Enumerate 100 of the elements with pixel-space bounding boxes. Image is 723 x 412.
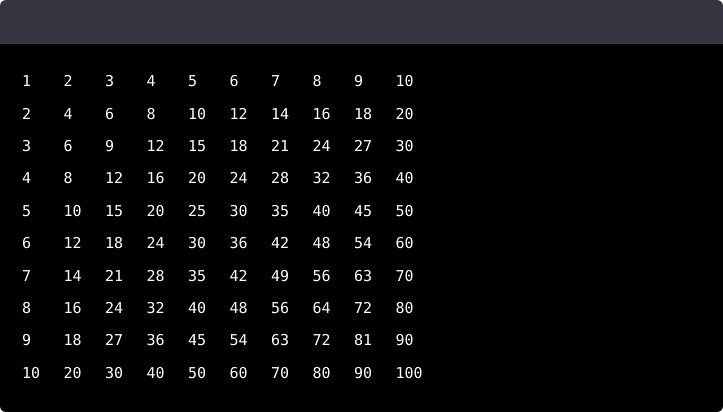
table-cell: 60: [396, 234, 414, 252]
table-cell: 32: [146, 298, 165, 317]
table-cell: 16: [64, 298, 82, 317]
table-cell: 42: [230, 266, 248, 285]
table-cell: 10: [22, 364, 40, 382]
table-cell: 35: [188, 266, 206, 285]
table-cell: 28: [271, 169, 290, 188]
table-cell: 36: [146, 331, 165, 350]
table-cell: 24: [230, 169, 248, 188]
table-cell: 81: [354, 331, 372, 350]
table-cell: 70: [271, 364, 290, 382]
table-cell: 9: [354, 72, 364, 90]
table-cell: 12: [230, 104, 248, 123]
table-cell: 70: [396, 266, 414, 285]
table-cell: 8: [146, 104, 156, 123]
table-cell: 18: [230, 136, 248, 155]
table-cell: 80: [396, 298, 414, 317]
table-cell: 48: [230, 298, 248, 317]
table-cell: 18: [64, 331, 82, 350]
table-cell: 6: [105, 104, 114, 123]
table-cell: 6: [230, 72, 239, 90]
table-cell: 12: [105, 169, 124, 188]
table-cell: 21: [271, 136, 290, 155]
table-cell: 24: [312, 136, 331, 155]
table-cell: 4: [146, 72, 156, 90]
table-cell: 12: [64, 234, 82, 252]
table-cell: 3: [22, 136, 32, 155]
table-cell: 30: [396, 136, 414, 155]
table-cell: 63: [271, 331, 290, 350]
table-cell: 24: [105, 298, 124, 317]
table-cell: 49: [271, 266, 290, 285]
table-cell: 12: [146, 136, 165, 155]
table-cell: 72: [312, 331, 331, 350]
table-cell: 50: [396, 202, 414, 220]
table-cell: 10: [188, 104, 206, 123]
table-cell: 28: [146, 266, 165, 285]
table-cell: 9: [105, 136, 114, 155]
table-cell: 5: [22, 202, 32, 220]
table-cell: 18: [354, 104, 372, 123]
table-cell: 3: [105, 72, 114, 90]
table-cell: 20: [146, 202, 165, 220]
table-cell: 36: [230, 234, 248, 252]
table-cell: 20: [188, 169, 206, 188]
table-cell: 10: [64, 202, 82, 220]
table-cell: 9: [22, 331, 32, 350]
table-cell: 24: [146, 234, 165, 252]
table-cell: 35: [271, 202, 290, 220]
table-cell: 16: [312, 104, 331, 123]
table-cell: 42: [271, 234, 290, 252]
table-cell: 72: [354, 298, 372, 317]
table-cell: 90: [396, 331, 414, 350]
table-cell: 20: [396, 104, 414, 123]
table-cell: 14: [64, 266, 82, 285]
table-cell: 30: [230, 202, 248, 220]
table-cell: 7: [22, 266, 32, 285]
table-cell: 40: [312, 202, 331, 220]
table-cell: 20: [64, 364, 82, 382]
table-cell: 10: [396, 72, 414, 90]
table-cell: 56: [271, 298, 290, 317]
table-cell: 25: [188, 202, 206, 220]
table-cell: 40: [146, 364, 165, 382]
table-cell: 8: [22, 298, 32, 317]
table-cell: 15: [105, 202, 124, 220]
table-cell: 2: [64, 72, 73, 90]
table-cell: 6: [22, 234, 32, 252]
table-cell: 4: [22, 169, 32, 188]
table-cell: 60: [230, 364, 248, 382]
table-cell: 36: [354, 169, 372, 188]
table-cell: 5: [188, 72, 198, 90]
table-cell: 18: [105, 234, 124, 252]
table-cell: 15: [188, 136, 206, 155]
table-cell: 14: [271, 104, 290, 123]
table-cell: 8: [312, 72, 322, 90]
table-cell: 48: [312, 234, 331, 252]
table-cell: 30: [105, 364, 124, 382]
table-cell: 7: [271, 72, 280, 90]
table-cell: 100: [396, 364, 423, 382]
table-cell: 63: [354, 266, 372, 285]
table-cell: 32: [312, 169, 331, 188]
table-cell: 27: [105, 331, 124, 350]
table-cell: 2: [22, 104, 32, 123]
table-cell: 6: [64, 136, 73, 155]
table-cell: 64: [312, 298, 331, 317]
table-cell: 27: [354, 136, 372, 155]
table-cell: 80: [312, 364, 331, 382]
table-cell: 90: [354, 364, 372, 382]
table-cell: 4: [64, 104, 73, 123]
table-cell: 50: [188, 364, 206, 382]
table-cell: 54: [230, 331, 248, 350]
table-cell: 21: [105, 266, 124, 285]
table-cell: 56: [312, 266, 331, 285]
table-cell: 30: [188, 234, 206, 252]
table-cell: 1: [22, 72, 32, 90]
table-cell: 40: [188, 298, 206, 317]
table-cell: 54: [354, 234, 372, 252]
table-cell: 45: [354, 202, 372, 220]
table-cell: 16: [146, 169, 165, 188]
table-cell: 40: [396, 169, 414, 188]
table-cell: 8: [64, 169, 73, 188]
table-cell: 45: [188, 331, 206, 350]
